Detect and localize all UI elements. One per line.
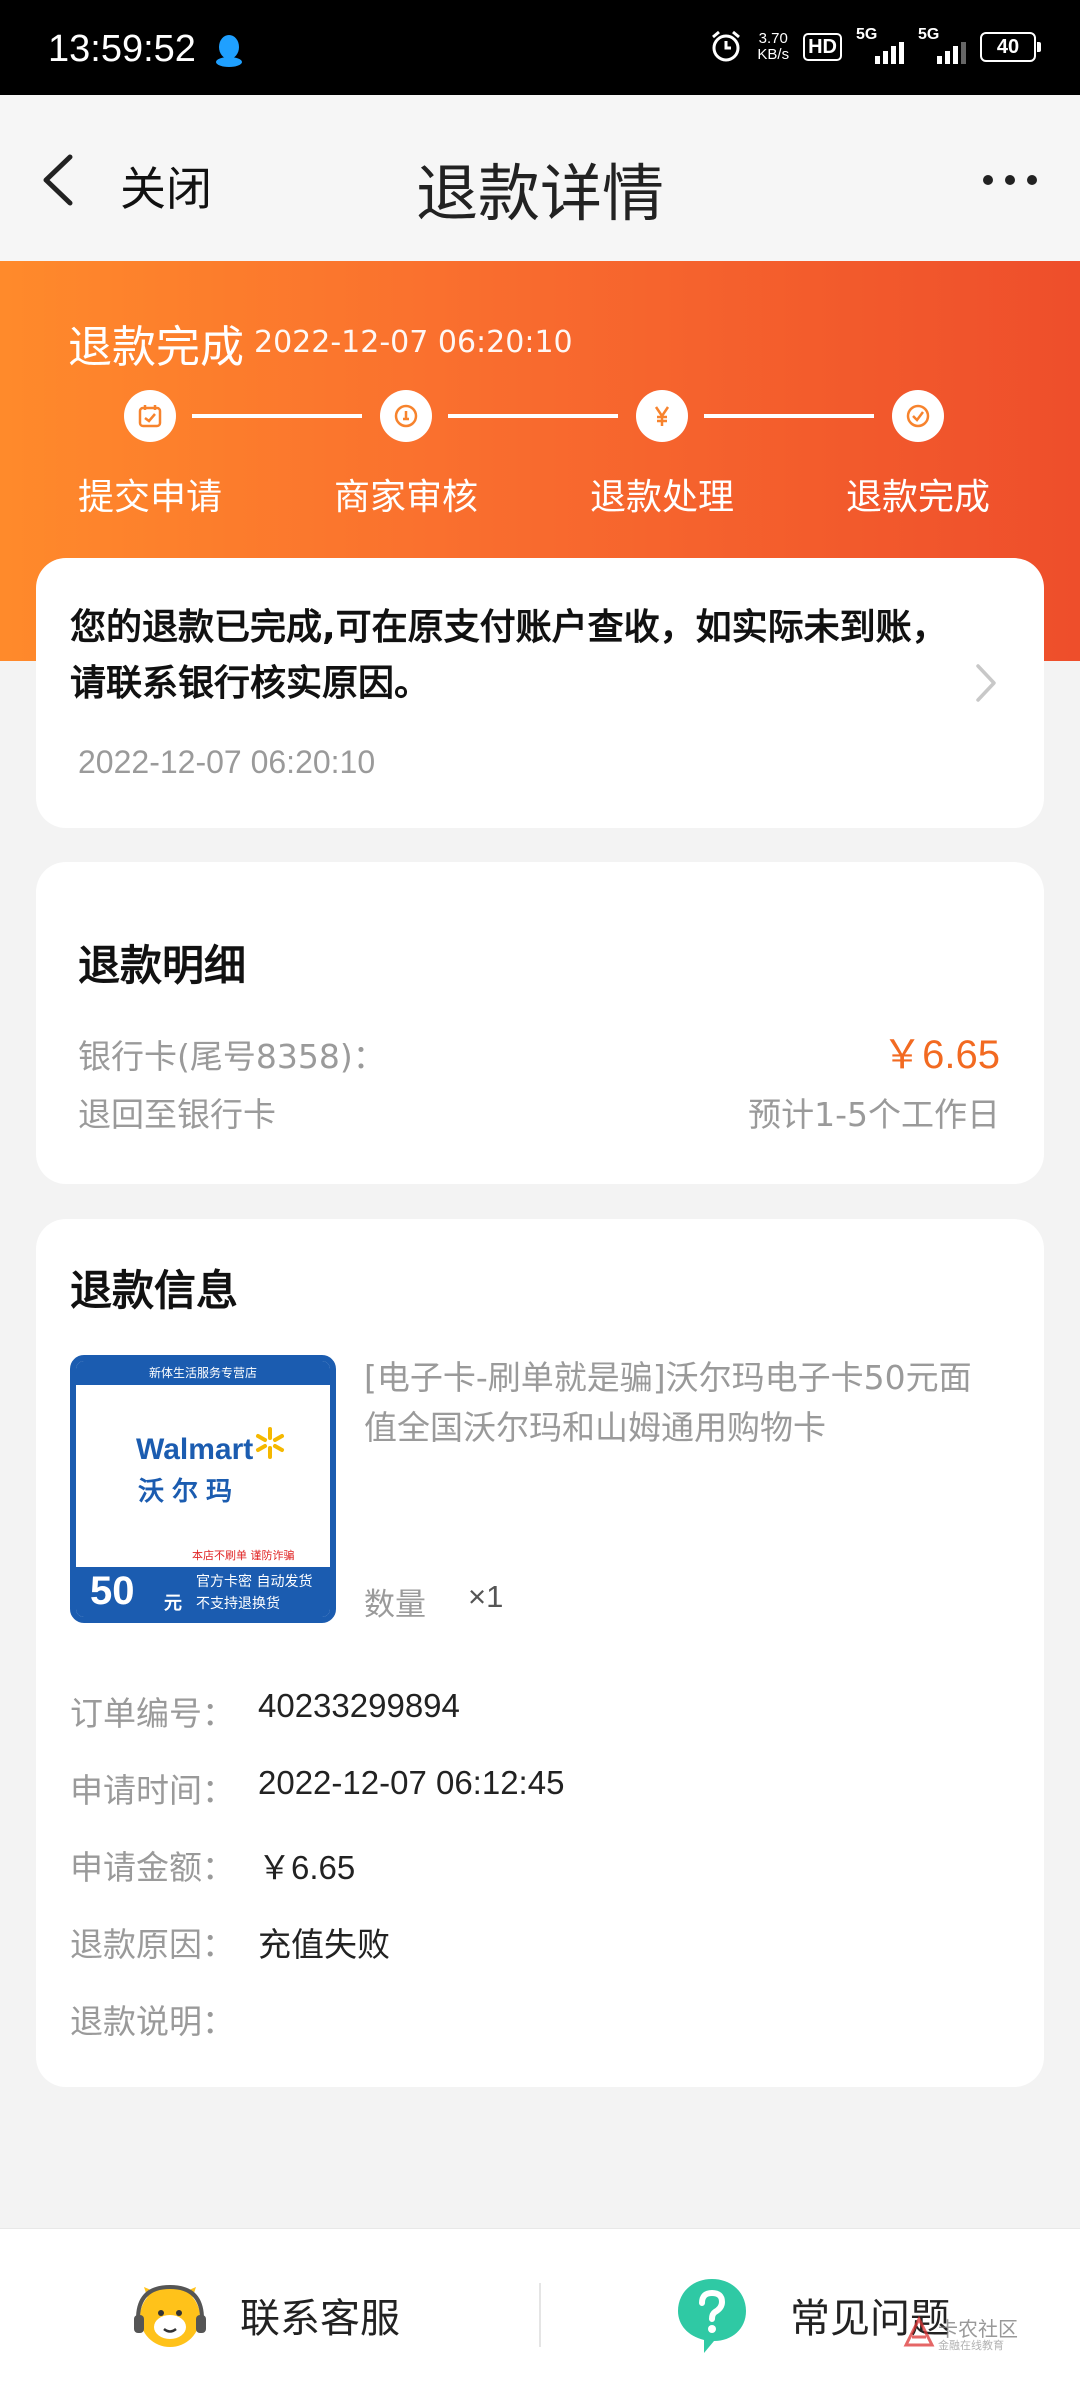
divider (539, 2283, 541, 2347)
walmart-spark-icon (256, 1427, 284, 1459)
walmart-logo-cn: 沃尔玛 (138, 1477, 241, 1507)
yen-icon (636, 390, 688, 442)
product-image-footer: 50 元 官方卡密 自动发货 不支持退换货 (76, 1567, 330, 1617)
walmart-logo-text: Walmart (136, 1433, 254, 1466)
status-bar: 13:59:52 3.70 KB/s HD 5G 5G 40 (0, 0, 1080, 95)
product-name[interactable]: [电子卡-刷单就是骗]沃尔玛电子卡50元面值全国沃尔玛和山姆通用购物卡 (364, 1353, 1004, 1453)
alarm-icon (712, 30, 741, 62)
watermark: 卡农社区 金融在线教育 (902, 2313, 1032, 2359)
refund-notice-time: 2022-12-07 06:20:10 (78, 744, 376, 780)
refund-status-time: 2022-12-07 06:20:10 (254, 325, 573, 360)
field-label: 退款原因： (70, 1925, 235, 1964)
calendar-icon (124, 390, 176, 442)
more-options-icon[interactable] (970, 155, 1050, 205)
contact-support-button[interactable]: 联系客服 (130, 2269, 400, 2361)
product-image-store: 新体生活服务专营店 (76, 1361, 330, 1385)
order-number: 40233299894 (258, 1687, 460, 1724)
quantity-label: 数量 (364, 1587, 426, 1623)
watermark-logo-icon (903, 2315, 935, 2347)
battery-icon: 40 (980, 32, 1041, 62)
net-speed-unit: KB/s (757, 46, 790, 63)
signal-icon-sim2: 5G (918, 26, 966, 64)
step-label: 退款完成 (845, 477, 990, 518)
step-connector (704, 414, 874, 418)
refund-amount: ￥6.65 (882, 1033, 1000, 1077)
contact-support-label: 联系客服 (240, 2296, 400, 2342)
step-label: 商家审核 (333, 477, 478, 518)
customer-service-icon (134, 2284, 206, 2347)
refund-method: 银行卡(尾号8358)： (78, 1037, 386, 1076)
product-feature: 不支持退换货 (196, 1596, 280, 1612)
product-feature: 官方卡密 自动发货 (196, 1574, 313, 1590)
quantity-value: ×1 (468, 1579, 504, 1614)
progress-steps: 提交申请 商家审核 退款处理 退款完成 (0, 386, 1080, 518)
step-label: 提交申请 (77, 477, 222, 518)
step-connector (448, 414, 618, 418)
bottom-action-bar: 联系客服 常见问题 卡农社区 金融在线教育 (0, 2228, 1080, 2400)
refund-detail-card: 退款明细 银行卡(尾号8358)： ￥6.65 退回至银行卡 预计1-5个工作日 (36, 862, 1044, 1184)
refund-eta: 预计1-5个工作日 (748, 1095, 1000, 1134)
product-image[interactable]: 新体生活服务专营店 Walmart 沃尔玛 本店不刷单 谨防诈骗 50 元 官方… (70, 1355, 336, 1623)
apply-amount: ￥6.65 (258, 1849, 356, 1886)
field-label: 订单编号： (70, 1694, 235, 1733)
page-title: 退款详情 (415, 157, 664, 230)
refund-status: 退款完成 (68, 322, 244, 373)
refund-destination: 退回至银行卡 (78, 1095, 276, 1134)
refund-reason: 充值失败 (258, 1925, 390, 1964)
face-unit: 元 (164, 1593, 182, 1614)
qq-notification-icon (216, 35, 242, 67)
refund-notice-text: 您的退款已完成,可在原支付账户查收，如实际未到账，请联系银行核实原因。 (70, 607, 948, 704)
product-image-warning: 本店不刷单 谨防诈骗 (192, 1549, 295, 1562)
check-icon (892, 390, 944, 442)
refund-info-card: 退款信息 新体生活服务专营店 Walmart 沃尔玛 本店不刷单 谨防诈骗 50… (36, 1219, 1044, 2087)
question-icon (678, 2279, 746, 2353)
step-connector (192, 414, 362, 418)
status-time: 13:59:52 (48, 28, 196, 70)
face-value: 50 (90, 1569, 135, 1613)
signal-icon-sim1: 5G (856, 26, 904, 64)
field-label: 申请金额： (70, 1848, 235, 1887)
refund-detail-title: 退款明细 (78, 941, 247, 990)
field-label: 申请时间： (70, 1771, 235, 1810)
nav-bar: 关闭 退款详情 (0, 95, 1080, 261)
info-icon (380, 390, 432, 442)
refund-notice-card[interactable]: 您的退款已完成,可在原支付账户查收，如实际未到账，请联系银行核实原因。 2022… (36, 558, 1044, 828)
watermark-subtext: 金融在线教育 (938, 2339, 1004, 2352)
field-label: 退款说明： (70, 2002, 235, 2041)
net-speed-value: 3.70 (758, 30, 788, 47)
chevron-right-icon[interactable] (970, 658, 1000, 708)
refund-info-title: 退款信息 (70, 1266, 239, 1315)
status-icons: 3.70 KB/s HD 5G 5G 40 (709, 26, 1041, 64)
step-label: 退款处理 (589, 477, 734, 518)
apply-time: 2022-12-07 06:12:45 (258, 1764, 565, 1801)
hd-icon: HD (803, 33, 842, 61)
network-speed: 3.70 KB/s (757, 31, 789, 63)
